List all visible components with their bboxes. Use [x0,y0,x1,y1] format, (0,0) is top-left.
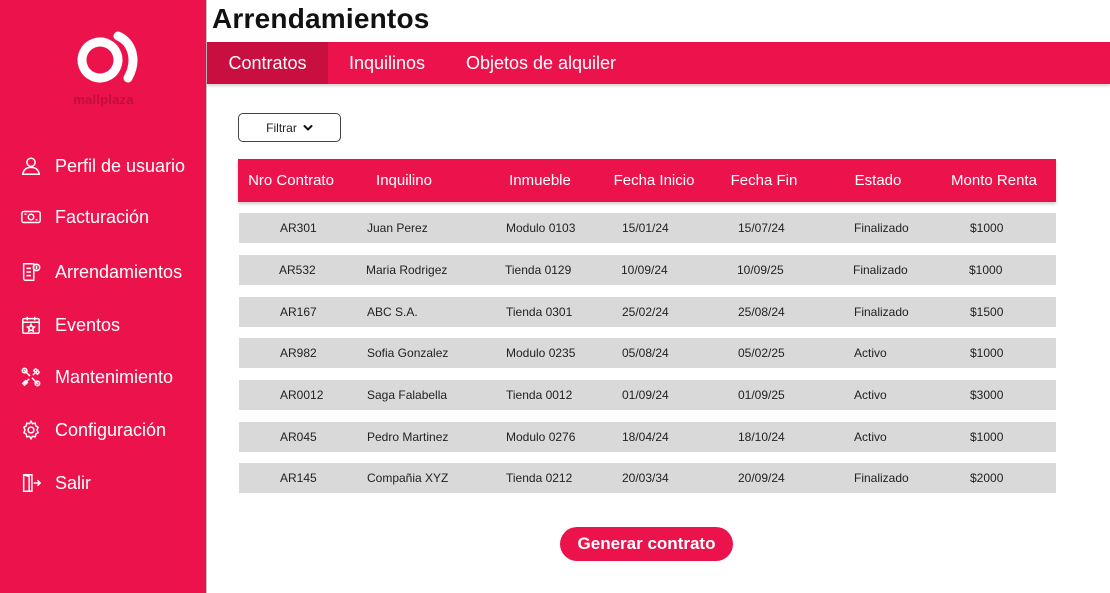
sidebar-item-facturacion[interactable]: Facturación [20,202,149,232]
cell-fecha-inicio: 25/02/24 [622,305,669,319]
cell-inquilino: Saga Falabella [367,388,448,402]
cell-fecha-fin: 20/09/24 [738,471,785,485]
sidebar-item-label: Salir [55,472,92,493]
column-header-inquilino[interactable]: Inquilino [354,159,454,202]
tab-inquilinos[interactable]: Inquilinos [328,42,446,84]
cell-monto-renta: $1000 [970,346,1004,360]
cell-fecha-inicio: 18/04/24 [622,430,669,444]
tab-objetos-de-alquiler[interactable]: Objetos de alquiler [446,42,636,84]
cell-estado: Finalizado [854,471,909,485]
cell-monto-renta: $2000 [970,471,1004,485]
cell-inquilino: Pedro Martinez [367,430,449,444]
user-icon [20,155,42,177]
cell-monto-renta: $1000 [969,263,1003,277]
cell-estado: Activo [854,346,887,360]
cell-inquilino: Compañia XYZ [367,471,449,485]
table-row[interactable]: AR145 Compañia XYZ Tienda 0212 20/03/34 … [239,463,1056,493]
cell-inmueble: Tienda 0129 [505,263,572,277]
cell-nro-contrato: AR167 [280,305,317,319]
column-header-estado[interactable]: Estado [828,159,928,202]
column-header-inmueble[interactable]: Inmueble [490,159,590,202]
filter-label: Filtrar [266,120,297,135]
cell-monto-renta: $1000 [970,221,1004,235]
generate-contract-button[interactable]: Generar contrato [560,527,733,561]
cell-nro-contrato: AR982 [280,346,317,360]
cell-fecha-fin: 18/10/24 [738,430,785,444]
cell-inmueble: Tienda 0212 [506,471,573,485]
document-dollar-icon [20,261,42,283]
sidebar-item-salir[interactable]: Salir [20,468,91,498]
cell-monto-renta: $1500 [970,305,1004,319]
cell-inmueble: Tienda 0301 [506,305,573,319]
cell-inmueble: Modulo 0103 [506,221,576,235]
column-header-nro-contrato[interactable]: Nro Contrato [238,159,344,202]
cell-estado: Finalizado [854,221,909,235]
cell-inmueble: Modulo 0235 [506,346,576,360]
cell-fecha-fin: 01/09/25 [738,388,785,402]
table-row[interactable]: AR045 Pedro Martinez Modulo 0276 18/04/2… [239,422,1056,452]
sidebar-item-mantenimiento[interactable]: Mantenimiento [20,362,173,392]
cell-inquilino: ABC S.A. [367,305,418,319]
column-header-fecha-inicio[interactable]: Fecha Inicio [604,159,704,202]
cell-fecha-inicio: 20/03/34 [622,471,669,485]
sidebar-item-label: Perfil de usuario [55,155,186,176]
cell-nro-contrato: AR145 [280,471,317,485]
exit-icon [20,472,42,494]
gear-icon [20,419,42,441]
cell-inmueble: Tienda 0012 [506,388,573,402]
cell-estado: Activo [854,430,887,444]
cell-fecha-inicio: 01/09/24 [622,388,669,402]
table-row[interactable]: AR167 ABC S.A. Tienda 0301 25/02/24 25/0… [239,297,1056,327]
cell-fecha-fin: 10/09/25 [737,263,784,277]
sidebar-item-label: Configuración [55,419,167,440]
table-row[interactable]: AR532 Maria Rodrigez Tienda 0129 10/09/2… [239,255,1056,285]
cell-monto-renta: $1000 [970,430,1004,444]
sidebar-item-eventos[interactable]: Eventos [20,310,120,340]
cell-inquilino: Maria Rodrigez [366,263,448,277]
table-row[interactable]: AR0012 Saga Falabella Tienda 0012 01/09/… [239,380,1056,410]
cell-nro-contrato: AR045 [280,430,317,444]
sidebar-item-label: Facturación [55,206,150,227]
cell-inquilino: Juan Perez [367,221,428,235]
money-icon [20,206,42,228]
cell-fecha-fin: 25/08/24 [738,305,785,319]
cell-nro-contrato: AR301 [280,221,317,235]
table-header: Nro Contrato Inquilino Inmueble Fecha In… [238,159,1056,202]
sidebar-item-perfil[interactable]: Perfil de usuario [20,151,185,181]
cell-fecha-inicio: 15/01/24 [622,221,669,235]
table-row[interactable]: AR982 Sofia Gonzalez Modulo 0235 05/08/2… [239,338,1056,368]
sidebar-item-configuracion[interactable]: Configuración [20,415,166,445]
logo-text: mallplaza [73,92,134,107]
cell-fecha-fin: 05/02/25 [738,346,785,360]
filter-button[interactable]: Filtrar [238,113,341,142]
cell-estado: Activo [854,388,887,402]
tab-bar: Contratos Inquilinos Objetos de alquiler [207,42,1110,84]
calendar-star-icon [20,314,42,336]
page-title: Arrendamientos [212,3,430,34]
column-header-fecha-fin[interactable]: Fecha Fin [714,159,814,202]
table-row[interactable]: AR301 Juan Perez Modulo 0103 15/01/24 15… [239,213,1056,243]
column-header-monto-renta[interactable]: Monto Renta [944,159,1044,202]
sidebar-item-label: Arrendamientos [55,261,183,282]
cell-estado: Finalizado [854,305,909,319]
cell-nro-contrato: AR532 [279,263,316,277]
sidebar-item-arrendamientos[interactable]: Arrendamientos [20,257,182,287]
cell-inquilino: Sofia Gonzalez [367,346,449,360]
cell-inmueble: Modulo 0276 [506,430,576,444]
tools-icon [20,366,42,388]
cell-fecha-inicio: 10/09/24 [621,263,668,277]
cell-fecha-inicio: 05/08/24 [622,346,669,360]
cell-estado: Finalizado [853,263,908,277]
cell-monto-renta: $3000 [970,388,1004,402]
sidebar-item-label: Eventos [55,314,121,335]
cell-fecha-fin: 15/07/24 [738,221,785,235]
sidebar: mallplaza Perfil de usuario Facturación … [0,0,207,593]
cell-nro-contrato: AR0012 [280,388,324,402]
sidebar-item-label: Mantenimiento [55,366,174,387]
tab-contratos[interactable]: Contratos [207,42,328,84]
chevron-down-icon [303,123,313,133]
